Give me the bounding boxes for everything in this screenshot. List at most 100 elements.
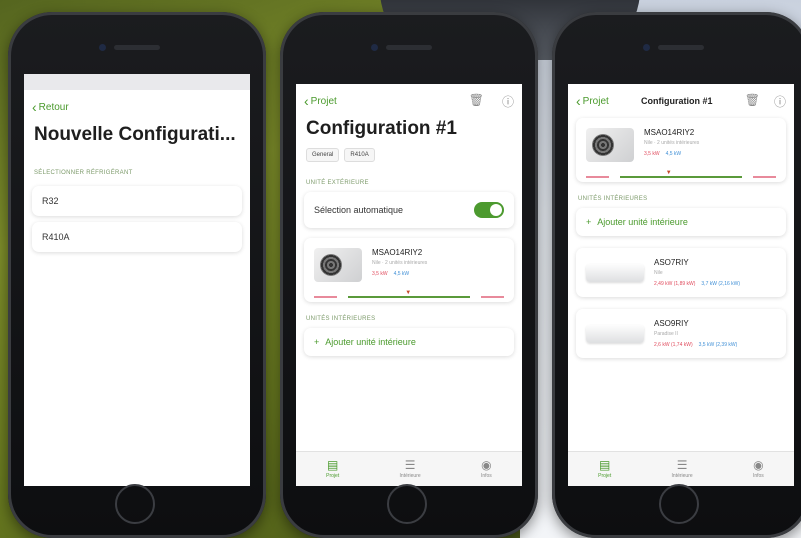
- option-label: R32: [42, 196, 59, 206]
- power-heating: 3,7 kW (2,16 kW): [701, 281, 741, 287]
- home-button[interactable]: [659, 484, 699, 524]
- power-cooling: 3,5 kW: [372, 271, 388, 277]
- unit-model: ASO9RIY: [654, 319, 689, 328]
- page-title: Nouvelle Configurati...: [34, 124, 236, 145]
- tab-label: Projet: [598, 473, 612, 479]
- power-cooling: 2,49 kW (1,89 kW): [654, 281, 696, 287]
- unit-model: ASO7RIY: [654, 258, 689, 267]
- trash-icon[interactable]: 🗑: [745, 93, 760, 110]
- home-button[interactable]: [387, 484, 427, 524]
- add-indoor-unit-button[interactable]: + Ajouter unité intérieure: [304, 328, 514, 356]
- unit-model: MSAO14RIY2: [372, 248, 423, 257]
- tab-label: Intérieure: [671, 473, 693, 479]
- tab-interieure[interactable]: ☰ Intérieure: [400, 459, 421, 479]
- speaker: [386, 45, 432, 50]
- back-label: Projet: [310, 95, 337, 107]
- power-heating: 4,5 kW: [393, 271, 410, 277]
- indoor-unit-image: [586, 325, 644, 343]
- tab-infos[interactable]: ◉ Infos: [481, 459, 492, 479]
- unit-subtitle: Nile · 2 unités intérieures: [372, 260, 428, 266]
- add-indoor-unit-button[interactable]: + Ajouter unité intérieure: [576, 208, 786, 236]
- power-cooling: 2,6 kW (1,74 kW): [654, 342, 693, 348]
- option-r410a[interactable]: R410A: [32, 222, 242, 252]
- option-label: R410A: [42, 232, 70, 242]
- unit-subtitle: Nile · 2 unités intérieures: [644, 140, 700, 146]
- tab-interieure[interactable]: ☰ Intérieure: [672, 459, 693, 479]
- back-button[interactable]: ‹ Projet: [576, 93, 609, 109]
- list-icon: ☰: [676, 458, 688, 472]
- outdoor-unit-image: [314, 248, 362, 282]
- auto-select-card: Sélection automatique: [304, 192, 514, 228]
- info-icon[interactable]: ⓘ: [774, 93, 786, 110]
- tab-label: Infos: [480, 473, 492, 479]
- auto-select-toggle[interactable]: [474, 202, 504, 218]
- screen-configuration-indoor: ‹ Projet Configuration #1 🗑 ⓘ MSAO14RIY2…: [568, 84, 794, 486]
- trash-icon[interactable]: 🗑: [469, 93, 484, 110]
- section-label-indoor: UNITÉS INTÉRIEURES: [306, 316, 376, 322]
- power-heating: 3,5 kW (2,39 kW): [698, 342, 738, 348]
- indoor-unit-image: [586, 264, 644, 282]
- outdoor-unit-card[interactable]: MSAO14RIY2 Nile · 2 unités intérieures 3…: [304, 238, 514, 302]
- nav-title: Configuration #1: [641, 96, 713, 106]
- capacity-marker-icon: ▼: [405, 290, 412, 296]
- tab-projet[interactable]: ▤ Projet: [598, 459, 611, 479]
- speaker: [114, 45, 160, 50]
- back-label: Retour: [38, 101, 69, 113]
- screen-new-configuration: ‹ Retour Nouvelle Configurati... SÉLECTI…: [24, 74, 250, 486]
- home-button[interactable]: [115, 484, 155, 524]
- unit-model: MSAO14RIY2: [644, 128, 695, 137]
- indoor-unit-card[interactable]: ASO7RIY Nile 2,49 kW (1,89 kW) 3,7 kW (2…: [576, 248, 786, 297]
- unit-subtitle: Paradise II: [654, 331, 678, 337]
- page-title: Configuration #1: [306, 118, 457, 139]
- section-label: SÉLECTIONNER RÉFRIGÉRANT: [34, 170, 133, 176]
- outdoor-unit-image: [586, 128, 634, 162]
- capacity-bar: ▼: [586, 170, 776, 182]
- add-label: Ajouter unité intérieure: [325, 337, 416, 347]
- tab-bar: ▤ Projet ☰ Intérieure ◉ Infos: [568, 451, 794, 486]
- add-label: Ajouter unité intérieure: [597, 217, 688, 227]
- power-heating: 4,5 kW: [665, 151, 682, 157]
- info-icon[interactable]: ⓘ: [502, 93, 514, 110]
- nav-bar: ‹ Projet Configuration #1 🗑 ⓘ: [568, 84, 794, 112]
- clipboard-icon: ▤: [327, 458, 339, 472]
- front-camera: [643, 44, 650, 51]
- phone-3: ‹ Projet Configuration #1 🗑 ⓘ MSAO14RIY2…: [552, 12, 801, 538]
- plus-icon: +: [586, 217, 592, 227]
- nav-bar: ‹ Projet 🗑 ⓘ: [296, 84, 522, 112]
- plus-icon: +: [314, 337, 320, 347]
- chip-general[interactable]: General: [306, 148, 340, 162]
- tab-projet[interactable]: ▤ Projet: [326, 459, 339, 479]
- front-camera: [371, 44, 378, 51]
- chip-refrigerant[interactable]: R410A: [344, 148, 375, 162]
- speaker: [658, 45, 704, 50]
- capacity-marker-icon: ▼: [665, 170, 672, 176]
- power-cooling: 3,5 kW: [644, 151, 660, 157]
- tab-label: Infos: [752, 473, 764, 479]
- unit-subtitle: Nile: [654, 270, 663, 276]
- status-bar: [24, 74, 250, 90]
- outdoor-unit-card[interactable]: MSAO14RIY2 Nile · 2 unités intérieures 3…: [576, 118, 786, 182]
- info-circle-icon: ◉: [481, 458, 492, 472]
- section-label-indoor: UNITÉS INTÉRIEURES: [578, 196, 648, 202]
- tab-label: Intérieure: [399, 473, 421, 479]
- screen-configuration: ‹ Projet 🗑 ⓘ Configuration #1 General R4…: [296, 84, 522, 486]
- auto-select-label: Sélection automatique: [314, 205, 404, 215]
- option-r32[interactable]: R32: [32, 186, 242, 216]
- tab-label: Projet: [326, 473, 340, 479]
- back-button[interactable]: ‹ Retour: [32, 99, 69, 115]
- tab-infos[interactable]: ◉ Infos: [753, 459, 764, 479]
- back-label: Projet: [582, 95, 609, 107]
- list-icon: ☰: [404, 458, 416, 472]
- chevron-left-icon: ‹: [576, 93, 581, 109]
- tab-bar: ▤ Projet ☰ Intérieure ◉ Infos: [296, 451, 522, 486]
- chevron-left-icon: ‹: [304, 93, 309, 109]
- phone-2: ‹ Projet 🗑 ⓘ Configuration #1 General R4…: [280, 12, 538, 538]
- capacity-bar: ▼: [314, 290, 504, 302]
- indoor-unit-card[interactable]: ASO9RIY Paradise II 2,6 kW (1,74 kW) 3,5…: [576, 309, 786, 358]
- chevron-left-icon: ‹: [32, 99, 37, 115]
- nav-bar: ‹ Retour: [24, 90, 250, 118]
- phone-1: ‹ Retour Nouvelle Configurati... SÉLECTI…: [8, 12, 266, 538]
- clipboard-icon: ▤: [599, 458, 611, 472]
- section-label-outdoor: UNITÉ EXTÉRIEURE: [306, 180, 369, 186]
- back-button[interactable]: ‹ Projet: [304, 93, 337, 109]
